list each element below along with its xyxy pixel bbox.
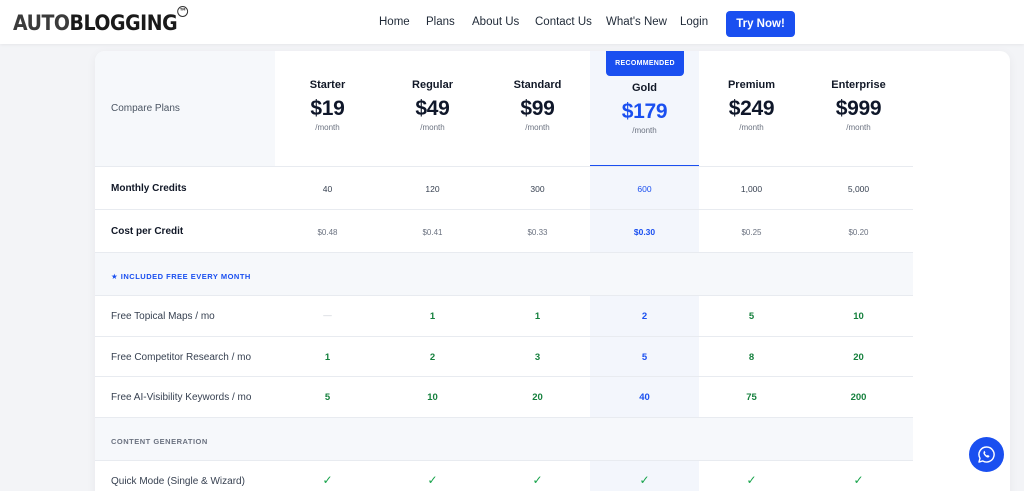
- table-cell: 10: [853, 311, 864, 322]
- nav-home[interactable]: Home: [379, 16, 410, 28]
- nav-whats-new[interactable]: What's New: [606, 16, 667, 28]
- table-row-cost-per-credit: Cost per Credit $0.48 $0.41 $0.33 $0.30 …: [95, 209, 913, 252]
- nav-about-us[interactable]: About Us: [472, 16, 519, 28]
- plan-price: $99: [520, 97, 555, 120]
- check-icon: ✓: [322, 473, 333, 487]
- trademark-icon: ™: [177, 6, 189, 17]
- table-cell: 200: [850, 392, 867, 403]
- check-icon: ✓: [746, 473, 757, 487]
- table-cell: $0.30: [633, 227, 656, 237]
- table-cell: 1: [534, 311, 541, 322]
- whatsapp-chat-button[interactable]: [969, 437, 1004, 472]
- table-cell: 10: [427, 392, 438, 403]
- table-cell: 600: [637, 184, 652, 194]
- plan-period: /month: [525, 123, 550, 132]
- recommended-badge: RECOMMENDED: [606, 51, 684, 76]
- plan-name: Regular: [412, 79, 453, 91]
- table-cell: $0.41: [422, 228, 443, 237]
- section-label: ★ INCLUDED FREE EVERY MONTH: [111, 272, 251, 281]
- plan-regular: Regular $49 /month: [380, 79, 485, 132]
- compare-plans-label: Compare Plans: [111, 103, 180, 114]
- table-cell: 300: [530, 184, 545, 194]
- check-icon: ✓: [427, 473, 438, 487]
- check-icon: ✓: [639, 473, 650, 487]
- plan-price: $179: [621, 100, 668, 123]
- plan-gold: Gold $179 /month: [592, 82, 697, 135]
- table-cell: 5: [641, 352, 648, 363]
- table-row-ai-visibility: Free AI-Visibility Keywords / mo 5 10 20…: [95, 376, 913, 417]
- table-cell: 8: [748, 352, 755, 363]
- plan-enterprise: Enterprise $999 /month: [806, 79, 911, 132]
- plan-price: $999: [835, 97, 882, 120]
- check-icon: ✓: [853, 473, 864, 487]
- table-cell: 3: [534, 352, 541, 363]
- section-header-included-free: ★ INCLUDED FREE EVERY MONTH: [95, 252, 913, 295]
- plan-name: Starter: [309, 79, 346, 91]
- row-label: Free Topical Maps / mo: [111, 311, 215, 322]
- table-row-topical-maps: Free Topical Maps / mo — 1 1 2 5 10: [95, 295, 913, 336]
- table-cell: 20: [853, 352, 864, 363]
- table-cell: 40: [639, 392, 650, 403]
- nav-login[interactable]: Login: [680, 16, 708, 28]
- nav-plans[interactable]: Plans: [426, 16, 455, 28]
- table-cell: $0.33: [527, 228, 548, 237]
- section-header-content-generation: CONTENT GENERATION: [95, 417, 913, 460]
- table-cell: $0.48: [317, 228, 338, 237]
- table-cell: 75: [746, 392, 757, 403]
- row-label: Free AI-Visibility Keywords / mo: [111, 392, 252, 403]
- plan-name: Standard: [513, 79, 562, 91]
- plan-price: $49: [415, 97, 450, 120]
- plan-name: Gold: [631, 82, 658, 94]
- plan-premium: Premium $249 /month: [699, 79, 804, 132]
- nav-contact-us[interactable]: Contact Us: [535, 16, 592, 28]
- check-icon: ✓: [532, 473, 543, 487]
- plan-period: /month: [632, 126, 657, 135]
- table-cell: $0.25: [741, 228, 762, 237]
- plan-period: /month: [420, 123, 445, 132]
- table-cell: 1: [429, 311, 436, 322]
- table-cell: 2: [429, 352, 436, 363]
- table-cell: 5: [324, 392, 331, 403]
- row-label: Monthly Credits: [111, 183, 187, 194]
- plan-starter: Starter $19 /month: [275, 79, 380, 132]
- autoblogging-logo[interactable]: AUTOBLOGGING ™: [13, 6, 189, 37]
- table-cell: 2: [641, 311, 648, 322]
- plan-name: Enterprise: [831, 79, 886, 91]
- table-cell: $0.20: [848, 228, 869, 237]
- plan-price: $249: [728, 97, 775, 120]
- plan-price: $19: [310, 97, 345, 120]
- table-cell: 20: [532, 392, 543, 403]
- table-cell: 5,000: [847, 184, 870, 194]
- table-cell: 40: [322, 184, 333, 194]
- table-row-monthly-credits: Monthly Credits 40 120 300 600 1,000 5,0…: [95, 166, 913, 209]
- try-now-button[interactable]: Try Now!: [726, 11, 795, 37]
- site-header: AUTOBLOGGING ™ Home Plans About Us Conta…: [0, 0, 1024, 44]
- row-label: Quick Mode (Single & Wizard): [111, 476, 245, 487]
- table-cell: 120: [425, 184, 440, 194]
- table-row-quick-mode: Quick Mode (Single & Wizard) ✓ ✓ ✓ ✓ ✓ ✓: [95, 460, 913, 491]
- row-label: Cost per Credit: [111, 226, 184, 237]
- plan-standard: Standard $99 /month: [485, 79, 590, 132]
- plan-name: Premium: [727, 79, 776, 91]
- table-row-competitor-research: Free Competitor Research / mo 1 2 3 5 8 …: [95, 336, 913, 376]
- row-label: Free Competitor Research / mo: [111, 352, 252, 363]
- table-cell: 1: [324, 352, 331, 363]
- table-cell: 1,000: [740, 184, 763, 194]
- plan-period: /month: [315, 123, 340, 132]
- table-cell: 5: [748, 311, 755, 322]
- plan-period: /month: [739, 123, 764, 132]
- plan-period: /month: [846, 123, 871, 132]
- pricing-comparison-table: Compare Plans RECOMMENDED Starter $19 /m…: [95, 51, 1010, 491]
- section-label: CONTENT GENERATION: [111, 437, 208, 446]
- table-cell: —: [323, 310, 332, 320]
- whatsapp-icon: [978, 446, 995, 463]
